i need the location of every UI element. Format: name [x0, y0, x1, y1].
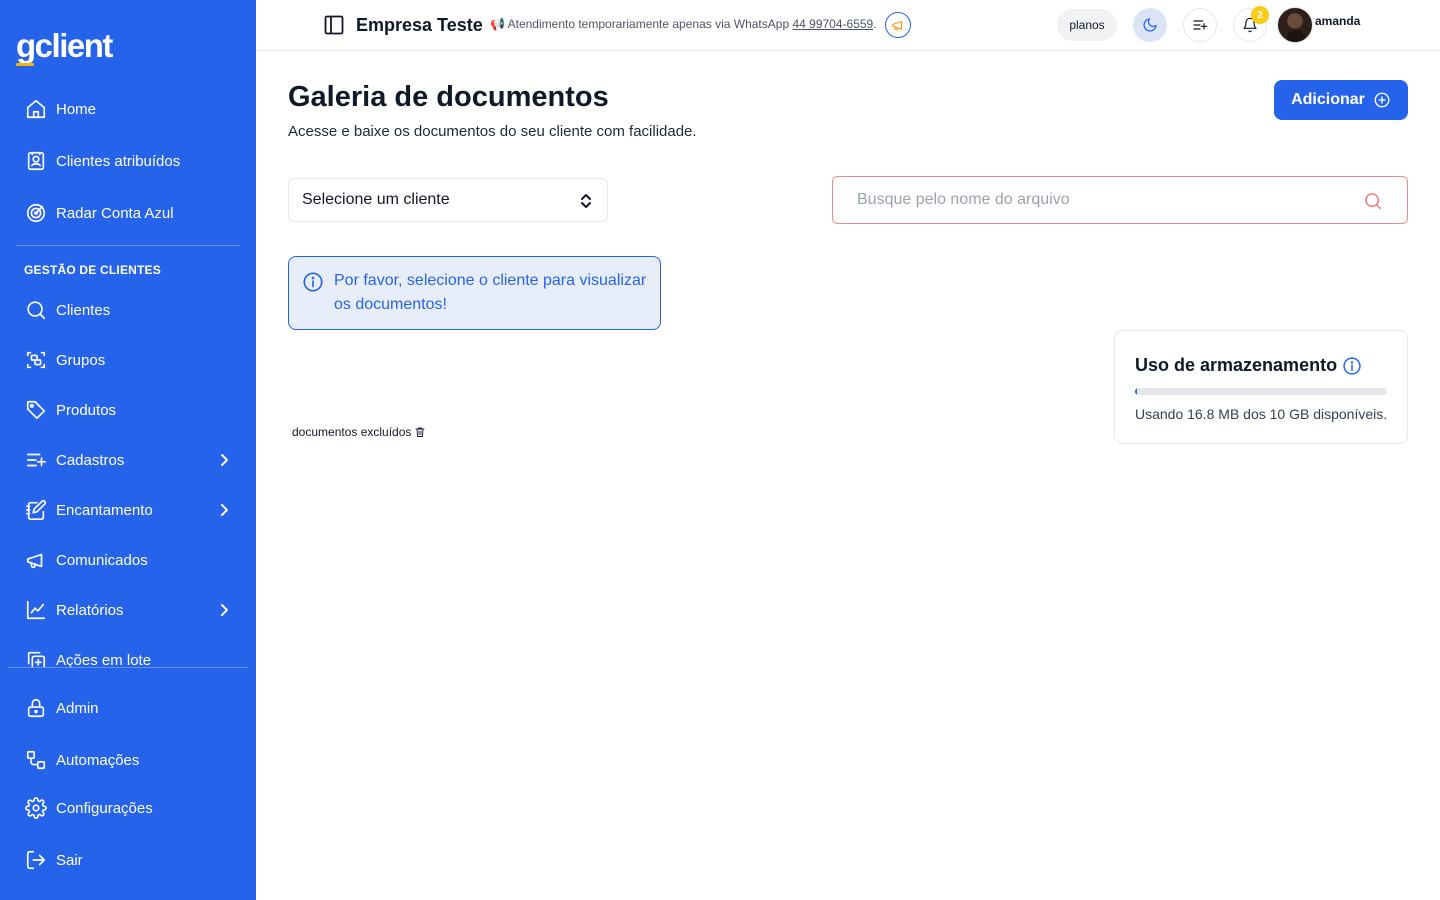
- sidebar-item-encantamento[interactable]: Encantamento: [16, 490, 240, 530]
- info-icon: [302, 271, 324, 293]
- megaphone-icon: [892, 20, 903, 31]
- sidebar-item-radar-conta-azul[interactable]: Radar Conta Azul: [16, 193, 240, 233]
- contact-book-icon: [24, 149, 48, 173]
- notice-banner: 📢 Atendimento temporariamente apenas via…: [490, 17, 877, 31]
- logout-icon: [24, 848, 48, 872]
- storage-title-text: Uso de armazenamento: [1135, 355, 1338, 375]
- list-plus-icon: [24, 448, 48, 472]
- sidebar-item-cadastros[interactable]: Cadastros: [16, 440, 240, 480]
- sidebar-item-label: Automações: [56, 751, 140, 769]
- theme-toggle-button[interactable]: [1133, 8, 1167, 42]
- sidebar-item-label: Ações em lote: [56, 651, 152, 668]
- panel-left-icon: [324, 15, 344, 35]
- sidebar-item-label: Comunicados: [56, 551, 148, 569]
- notice-text: Atendimento temporariamente apenas via W…: [507, 17, 790, 31]
- megaphone-emoji-icon: 📢: [490, 17, 505, 31]
- sidebar-item-label: Encantamento: [56, 501, 153, 519]
- logo-text: client: [34, 27, 114, 64]
- radar-icon: [24, 201, 48, 225]
- topbar: Empresa Teste 📢 Atendimento temporariame…: [256, 0, 1440, 51]
- sidebar-item-label: Clientes atribuídos: [56, 152, 181, 170]
- search-icon[interactable]: [1363, 191, 1383, 211]
- group-icon: [24, 348, 48, 372]
- sidebar-item-sair[interactable]: Sair: [16, 840, 240, 880]
- sidebar-item-label: Relatórios: [56, 601, 124, 619]
- home-icon: [24, 97, 48, 121]
- sidebar-item-label: Cadastros: [56, 451, 125, 469]
- storage-title: Uso de armazenamento: [1135, 355, 1362, 376]
- sidebar-section-label: GESTÃO DE CLIENTES: [24, 263, 161, 277]
- line-chart-icon: [24, 598, 48, 622]
- copy-plus-icon: [24, 648, 48, 667]
- sidebar: g client Home Clientes atribuídos Radar …: [0, 0, 256, 900]
- sidebar-item-acoes-em-lote[interactable]: Ações em lote: [16, 640, 240, 667]
- logo-g: g: [16, 27, 36, 66]
- megaphone-icon: [24, 548, 48, 572]
- deleted-documents-label: documentos excluídos: [292, 425, 412, 439]
- chevron-right-icon: [216, 602, 232, 618]
- notice-phone-link[interactable]: 44 99704-6559: [792, 17, 873, 31]
- sidebar-item-label: Grupos: [56, 351, 106, 369]
- storage-card: Uso de armazenamento Usando 16.8 MB dos …: [1114, 330, 1408, 444]
- file-search-box: [832, 176, 1408, 224]
- page-title: Galeria de documentos: [288, 81, 609, 113]
- username[interactable]: amanda: [1315, 14, 1360, 28]
- tag-icon: [24, 398, 48, 422]
- sidebar-item-configuracoes[interactable]: Configurações: [16, 788, 240, 828]
- search-icon: [24, 298, 48, 322]
- sidebar-divider: [8, 667, 248, 668]
- add-button[interactable]: Adicionar: [1274, 80, 1408, 120]
- toggle-sidebar-button[interactable]: [324, 15, 344, 35]
- sidebar-item-label: Sair: [56, 851, 83, 869]
- sidebar-item-comunicados[interactable]: Comunicados: [16, 540, 240, 580]
- notice-end: .: [873, 17, 877, 31]
- moon-icon: [1143, 18, 1157, 32]
- trash-icon: [415, 427, 425, 437]
- sidebar-item-label: Clientes: [56, 301, 111, 319]
- sidebar-item-produtos[interactable]: Produtos: [16, 390, 240, 430]
- info-icon[interactable]: [1342, 356, 1362, 376]
- deleted-documents-link[interactable]: documentos excluídos: [292, 425, 426, 439]
- lock-icon: [24, 696, 48, 720]
- notifications-badge: 2: [1251, 6, 1269, 24]
- sidebar-item-automacoes[interactable]: Automações: [16, 740, 240, 780]
- add-button-label: Adicionar: [1291, 91, 1365, 108]
- list-menu-button[interactable]: [1183, 8, 1217, 42]
- page-subtitle: Acesse e baixe os documentos do seu clie…: [288, 123, 697, 140]
- sidebar-item-clientes-atribuidos[interactable]: Clientes atribuídos: [16, 141, 240, 181]
- sidebar-item-label: Configurações: [56, 799, 153, 817]
- plus-circle-icon: [1374, 92, 1390, 108]
- file-search-input[interactable]: [857, 189, 1357, 211]
- sidebar-item-label: Radar Conta Azul: [56, 204, 174, 222]
- plans-button[interactable]: planos: [1057, 9, 1117, 41]
- sidebar-item-label: Produtos: [56, 401, 117, 419]
- gear-icon: [24, 796, 48, 820]
- gclient-logo[interactable]: g client: [16, 20, 114, 66]
- alert-text: Por favor, selecione o cliente para visu…: [334, 272, 647, 313]
- company-name: Empresa Teste: [356, 15, 483, 35]
- client-select-value: Selecione um cliente: [302, 191, 450, 208]
- sidebar-item-label: Home: [56, 100, 97, 118]
- chevron-right-icon: [216, 502, 232, 518]
- sidebar-item-relatorios[interactable]: Relatórios: [16, 590, 240, 630]
- sidebar-divider: [16, 245, 240, 246]
- sidebar-item-clientes[interactable]: Clientes: [16, 290, 240, 330]
- notebook-pen-icon: [24, 498, 48, 522]
- avatar[interactable]: [1277, 7, 1313, 43]
- storage-progress-fill: [1135, 388, 1137, 395]
- storage-usage-text: Usando 16.8 MB dos 10 GB disponíveis.: [1135, 406, 1388, 422]
- workflow-icon: [24, 748, 48, 772]
- chevrons-up-down-icon: [579, 193, 593, 209]
- list-plus-icon: [1193, 20, 1208, 30]
- announcements-button[interactable]: [885, 12, 911, 38]
- sidebar-item-grupos[interactable]: Grupos: [16, 340, 240, 380]
- sidebar-item-label: Admin: [56, 699, 99, 717]
- client-select[interactable]: Selecione um cliente: [288, 178, 608, 222]
- sidebar-item-admin[interactable]: Admin: [16, 688, 240, 728]
- sidebar-scroll-area[interactable]: Ações em lote: [0, 640, 256, 667]
- sidebar-item-home[interactable]: Home: [16, 89, 240, 129]
- select-client-alert: Por favor, selecione o cliente para visu…: [288, 256, 661, 330]
- chevron-right-icon: [216, 452, 232, 468]
- storage-progress-bar: [1135, 388, 1387, 395]
